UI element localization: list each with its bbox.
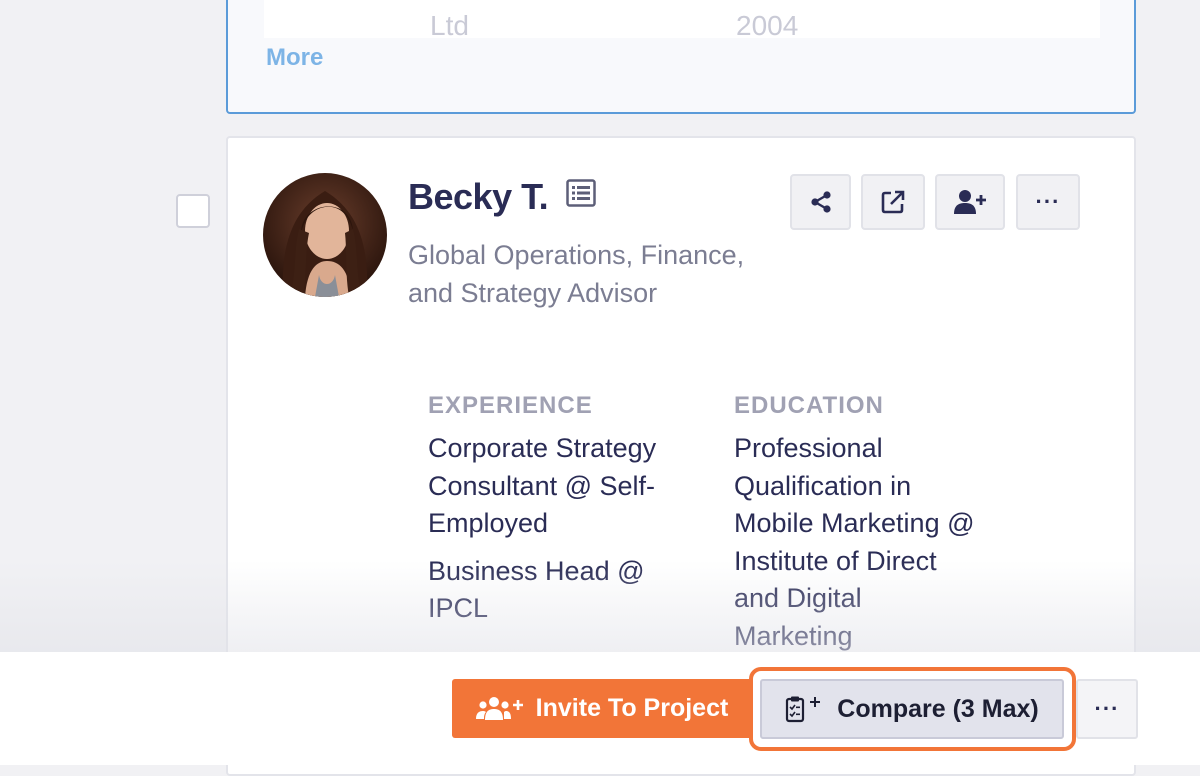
list-icon[interactable] bbox=[566, 179, 596, 207]
education-list: Professional Qualification in Mobile Mar… bbox=[734, 430, 984, 665]
clipboard-compare-icon bbox=[786, 696, 821, 723]
previous-profile-card[interactable]: Ltd 2004 More bbox=[226, 0, 1136, 114]
invite-to-project-button[interactable]: Invite To Project bbox=[452, 679, 752, 738]
share-icon bbox=[810, 191, 831, 213]
bottom-action-bar: Invite To Project Compare (3 Max) ··· bbox=[0, 652, 1200, 765]
group-add-icon bbox=[475, 696, 523, 720]
education-heading: EDUCATION bbox=[734, 392, 884, 419]
education-item: Professional Qualification in Mobile Mar… bbox=[734, 433, 975, 651]
experience-item: Corporate Strategy Consultant @ Self-Emp… bbox=[428, 433, 657, 538]
ellipsis-icon: ··· bbox=[1094, 696, 1120, 721]
headline-line-2: and Strategy Advisor bbox=[408, 278, 658, 308]
select-profile-checkbox[interactable] bbox=[176, 194, 210, 228]
more-link[interactable]: More bbox=[266, 44, 323, 72]
invite-label: Invite To Project bbox=[535, 694, 729, 722]
bottom-more-button[interactable]: ··· bbox=[1076, 679, 1138, 739]
headline-line-1: Global Operations, Finance, bbox=[408, 240, 745, 270]
add-to-project-button[interactable] bbox=[935, 174, 1005, 230]
profile-name[interactable]: Becky T. bbox=[408, 176, 549, 218]
experience-heading: EXPERIENCE bbox=[428, 392, 593, 419]
previous-card-details: Ltd 2004 bbox=[264, 0, 1100, 38]
experience-list: Corporate Strategy Consultant @ Self-Emp… bbox=[428, 430, 688, 638]
compare-label: Compare (3 Max) bbox=[837, 694, 1039, 723]
previous-education-fragment: 2004 bbox=[736, 10, 799, 38]
experience-item: Business Head @ IPCL bbox=[428, 555, 645, 624]
previous-experience-fragment: Ltd bbox=[430, 10, 469, 38]
compare-button[interactable]: Compare (3 Max) bbox=[760, 679, 1064, 739]
external-link-icon bbox=[881, 190, 905, 214]
ellipsis-icon: ··· bbox=[1035, 189, 1061, 214]
add-user-icon bbox=[954, 190, 986, 214]
card-more-button[interactable]: ··· bbox=[1016, 174, 1080, 230]
share-button[interactable] bbox=[790, 174, 851, 230]
profile-headline: Global Operations, Finance, and Strategy… bbox=[408, 236, 798, 312]
open-profile-button[interactable] bbox=[861, 174, 925, 230]
avatar bbox=[263, 173, 387, 297]
